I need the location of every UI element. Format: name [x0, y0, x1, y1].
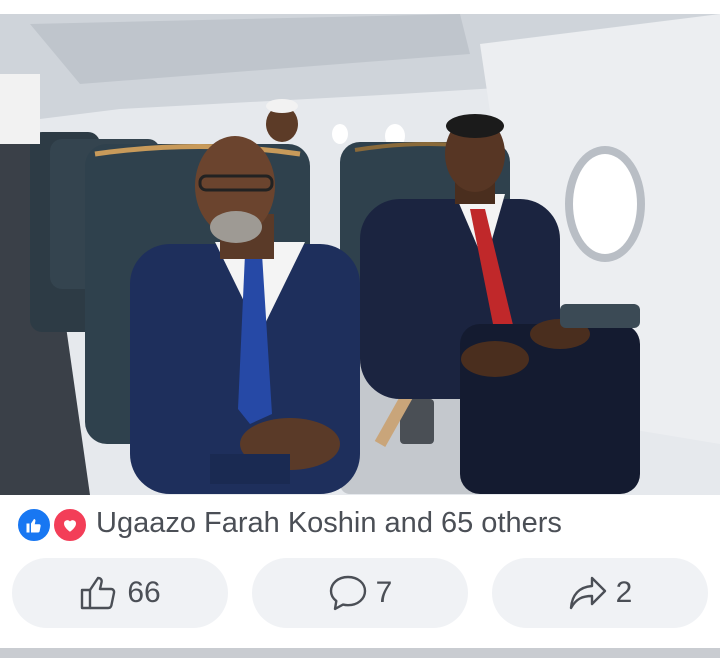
share-button[interactable]: 2	[492, 558, 708, 628]
airplane-cabin-illustration	[0, 14, 720, 495]
like-count: 66	[127, 576, 161, 609]
post-actions: 66 7 2	[12, 558, 708, 628]
feed-separator	[0, 648, 720, 658]
post-photo[interactable]	[0, 14, 720, 495]
reactions-summary-text[interactable]: Ugaazo Farah Koshin and 65 others	[96, 507, 562, 540]
reactions-summary[interactable]: Ugaazo Farah Koshin and 65 others	[16, 505, 562, 543]
reaction-icons	[16, 506, 90, 543]
comment-button[interactable]: 7	[252, 558, 468, 628]
comment-icon	[329, 575, 366, 611]
like-button[interactable]: 66	[12, 558, 228, 628]
thumbs-up-icon	[81, 576, 116, 610]
love-icon	[52, 507, 88, 543]
like-icon	[16, 507, 52, 543]
top-strip	[0, 0, 720, 14]
comment-count: 7	[375, 576, 393, 609]
share-icon	[569, 576, 606, 610]
share-count: 2	[615, 576, 633, 609]
